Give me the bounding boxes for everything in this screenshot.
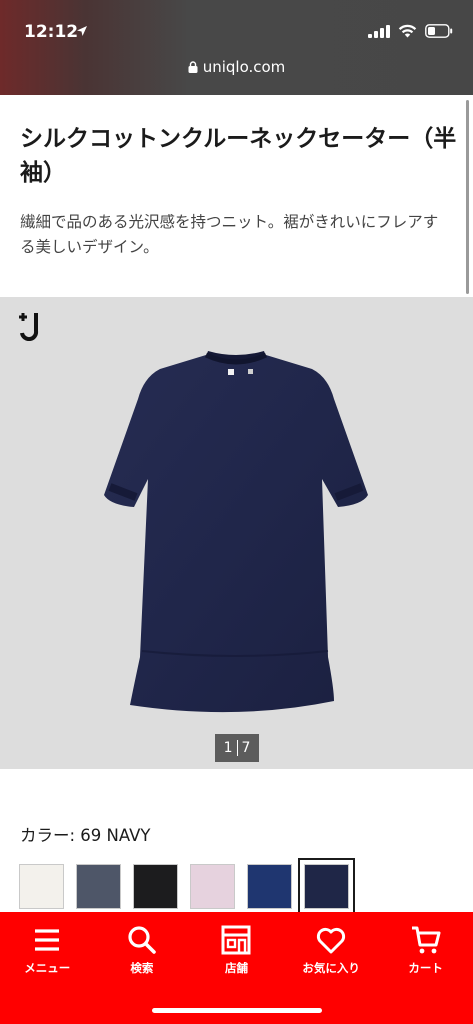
battery-icon <box>425 24 453 38</box>
nav-store-label: 店舗 <box>224 961 248 975</box>
nav-cart-button[interactable]: カート <box>378 924 473 982</box>
pager-total: 7 <box>241 740 251 756</box>
nav-store-button[interactable]: 店舗 <box>189 924 284 982</box>
browser-chrome: 12:12 uniqlo.com <box>0 0 473 95</box>
product-image-gallery[interactable]: +J 1 7 <box>0 297 473 769</box>
location-arrow-icon <box>77 26 87 36</box>
search-icon <box>128 926 156 954</box>
cart-icon <box>411 926 441 954</box>
cellular-signal-icon <box>368 24 390 38</box>
image-pager[interactable]: 1 7 <box>215 734 259 762</box>
home-indicator[interactable] <box>152 1008 322 1013</box>
nav-search-button[interactable]: 検索 <box>95 924 190 982</box>
lock-icon <box>188 61 198 73</box>
nav-favorites-button[interactable]: お気に入り <box>284 924 379 982</box>
status-time: 12:12 <box>24 22 79 42</box>
nav-search-label: 検索 <box>130 961 154 975</box>
store-icon <box>221 925 251 955</box>
pager-current: 1 <box>223 740 233 756</box>
product-description: 繊細で品のある光沢感を持つニット。裾がきれいにフレアする美しいデザイン。 <box>20 213 439 256</box>
page-scrollbar[interactable] <box>466 100 469 294</box>
color-label: カラー: 69 NAVY <box>20 826 151 845</box>
nav-menu-label: メニュー <box>24 961 71 975</box>
color-swatch-pink[interactable] <box>190 864 235 909</box>
nav-favorites-label: お気に入り <box>302 961 360 975</box>
color-swatch-black[interactable] <box>133 864 178 909</box>
menu-icon <box>35 929 60 951</box>
pager-divider <box>236 740 238 756</box>
color-swatch-navy[interactable] <box>298 858 355 915</box>
product-title: シルクコットンクルーネックセーター（半袖） <box>20 126 457 186</box>
status-indicators <box>368 24 453 38</box>
url-text: uniqlo.com <box>202 58 286 76</box>
wifi-icon <box>398 24 417 38</box>
color-swatch-gray-blue[interactable] <box>76 864 121 909</box>
bottom-navigation: メニュー 検索 店舗 お気に入り カート <box>0 912 473 1024</box>
color-swatch-off-white[interactable] <box>19 864 64 909</box>
plus-j-logo-icon: +J <box>19 313 39 341</box>
color-swatch-list <box>19 858 355 915</box>
address-bar[interactable]: uniqlo.com <box>0 58 473 76</box>
nav-menu-button[interactable]: メニュー <box>0 924 95 982</box>
heart-icon <box>317 927 346 954</box>
color-swatch-blue[interactable] <box>247 864 292 909</box>
product-image <box>104 351 368 713</box>
nav-cart-label: カート <box>408 961 443 975</box>
